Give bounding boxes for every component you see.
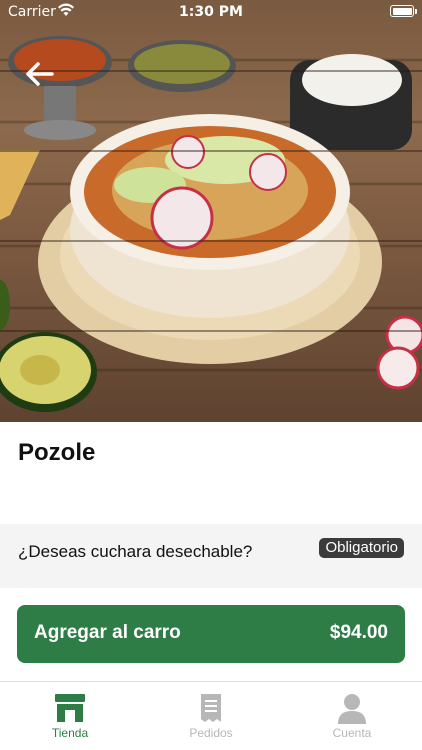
add-to-cart-price: $94.00: [329, 622, 388, 643]
status-bar: Carrier 1:30 PM: [0, 0, 422, 24]
required-badge: Obligatorio: [319, 538, 404, 558]
tab-tienda[interactable]: Tienda: [0, 682, 140, 750]
option-spoon-row[interactable]: ¿Deseas cuchara desechable? Obligatorio: [0, 524, 422, 588]
option-question: ¿Deseas cuchara desechable?: [18, 542, 253, 561]
store-icon: [55, 694, 85, 722]
tab-label: Cuenta: [332, 726, 372, 740]
product-image: [0, 0, 422, 422]
status-time: 1:30 PM: [179, 4, 243, 20]
product-title: Pozole: [18, 439, 96, 466]
battery-tip-icon: [415, 9, 417, 14]
tab-label: Pedidos: [189, 726, 233, 740]
back-arrow-icon[interactable]: [24, 60, 56, 88]
user-icon: [338, 694, 366, 724]
add-to-cart-label: Agregar al carro: [34, 622, 181, 643]
product-header: Pozole: [0, 422, 422, 524]
pozole-bowl-photo: [0, 36, 422, 412]
tab-cuenta[interactable]: Cuenta: [282, 682, 422, 750]
tab-bar: Tienda Pedidos Cuenta: [0, 681, 422, 750]
add-to-cart-button[interactable]: Agregar al carro $94.00: [17, 605, 405, 663]
battery-icon: [390, 5, 414, 17]
tab-label: Tienda: [51, 726, 89, 740]
receipt-icon: [201, 694, 221, 722]
tab-pedidos[interactable]: Pedidos: [141, 682, 281, 750]
